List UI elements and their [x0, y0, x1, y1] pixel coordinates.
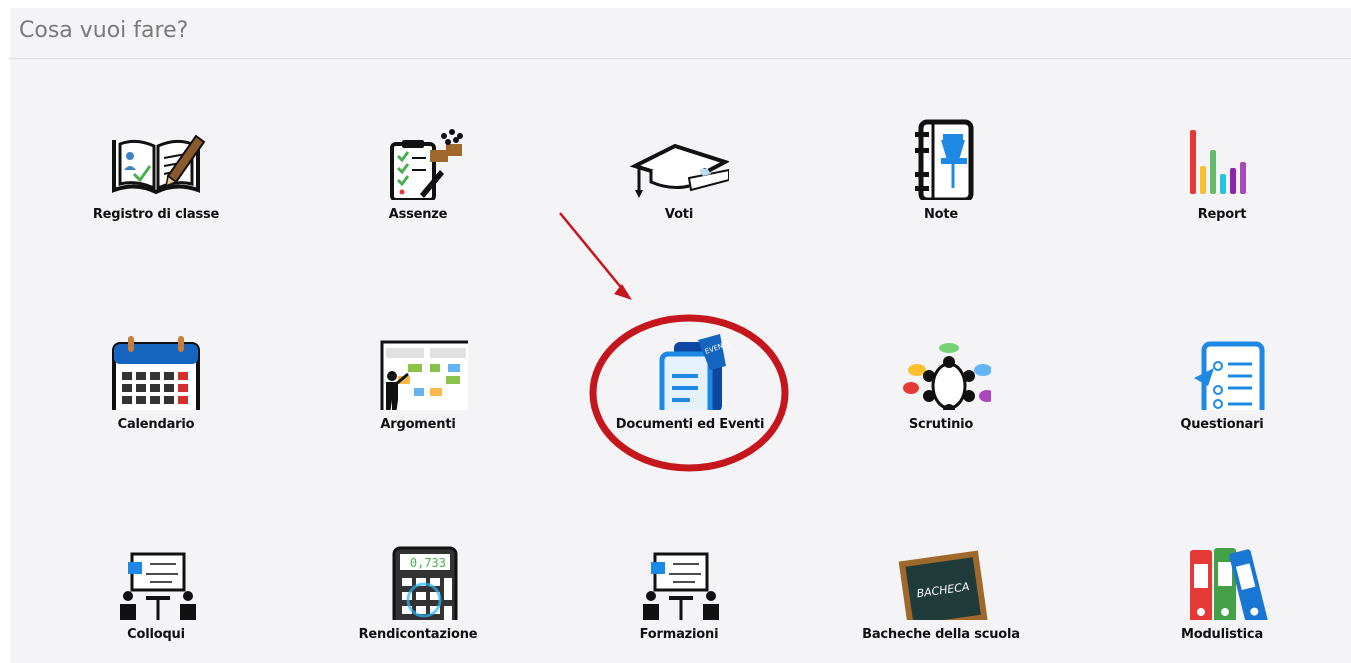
tile-registro-di-classe[interactable]: Registro di classe — [56, 60, 256, 230]
tile-label: Formazioni — [639, 627, 719, 642]
tile-label: Colloqui — [127, 627, 185, 642]
tile-modulistica[interactable]: Modulistica — [1122, 480, 1322, 650]
meeting-table-icon — [903, 343, 991, 410]
page-header: Cosa vuoi fare? — [10, 8, 1351, 59]
calculator-display: 0,733 — [410, 556, 446, 570]
tile-calendario[interactable]: Calendario — [56, 270, 256, 440]
questionnaire-icon — [1194, 341, 1265, 410]
teacher-blackboard-icon — [380, 340, 468, 410]
open-book-pencil-icon — [112, 134, 206, 195]
tile-colloqui[interactable]: Colloqui — [56, 480, 256, 650]
tile-label: Assenze — [388, 207, 448, 222]
tile-label: Documenti ed Eventi — [615, 417, 765, 432]
tile-rendicontazione[interactable]: 0,733 Rendicontazione — [318, 480, 518, 650]
clipboard-checklist-icon — [390, 129, 463, 200]
calendar-icon — [112, 336, 200, 410]
tile-scrutinio[interactable]: Scrutinio — [841, 270, 1041, 440]
tile-documenti-ed-eventi[interactable]: EVENTI Documenti ed Eventi — [590, 270, 790, 440]
tile-formazioni[interactable]: Formazioni — [579, 480, 779, 650]
actions-grid: Registro di classe Assenze Voti Note Rep… — [10, 60, 1351, 663]
tile-questionari[interactable]: Questionari — [1122, 270, 1322, 440]
tile-label: Report — [1197, 207, 1247, 222]
tile-label: Questionari — [1180, 417, 1264, 432]
tile-label: Argomenti — [380, 417, 456, 432]
tile-assenze[interactable]: Assenze — [318, 60, 518, 230]
training-board-icon — [643, 552, 719, 620]
main-panel: Cosa vuoi fare? Registro di classe Assen… — [10, 8, 1351, 663]
chalkboard-icon: BACHECA — [898, 550, 988, 620]
page-title: Cosa vuoi fare? — [19, 18, 189, 43]
documents-events-icon: EVENTI — [659, 334, 730, 410]
tile-label: Voti — [664, 207, 694, 222]
tile-label: Registro di classe — [92, 207, 220, 222]
calculator-icon: 0,733 — [392, 546, 458, 620]
tile-label: Rendicontazione — [358, 627, 478, 642]
tile-report[interactable]: Report — [1122, 60, 1322, 230]
tile-label: Note — [923, 207, 959, 222]
tile-bacheche-della-scuola[interactable]: BACHECA Bacheche della scuola — [841, 480, 1041, 650]
tile-argomenti[interactable]: Argomenti — [318, 270, 518, 440]
tile-label: Calendario — [117, 417, 195, 432]
tile-label: Modulistica — [1180, 627, 1264, 642]
bar-chart-icon — [1190, 130, 1246, 194]
conversation-board-icon — [120, 552, 196, 620]
notebook-pin-icon — [915, 119, 974, 200]
tile-label: Scrutinio — [908, 417, 974, 432]
tile-label: Bacheche della scuola — [862, 627, 1020, 642]
tile-note[interactable]: Note — [841, 60, 1041, 230]
graduation-cap-icon — [629, 143, 729, 198]
binders-icon — [1190, 548, 1270, 620]
tile-voti[interactable]: Voti — [579, 60, 779, 230]
